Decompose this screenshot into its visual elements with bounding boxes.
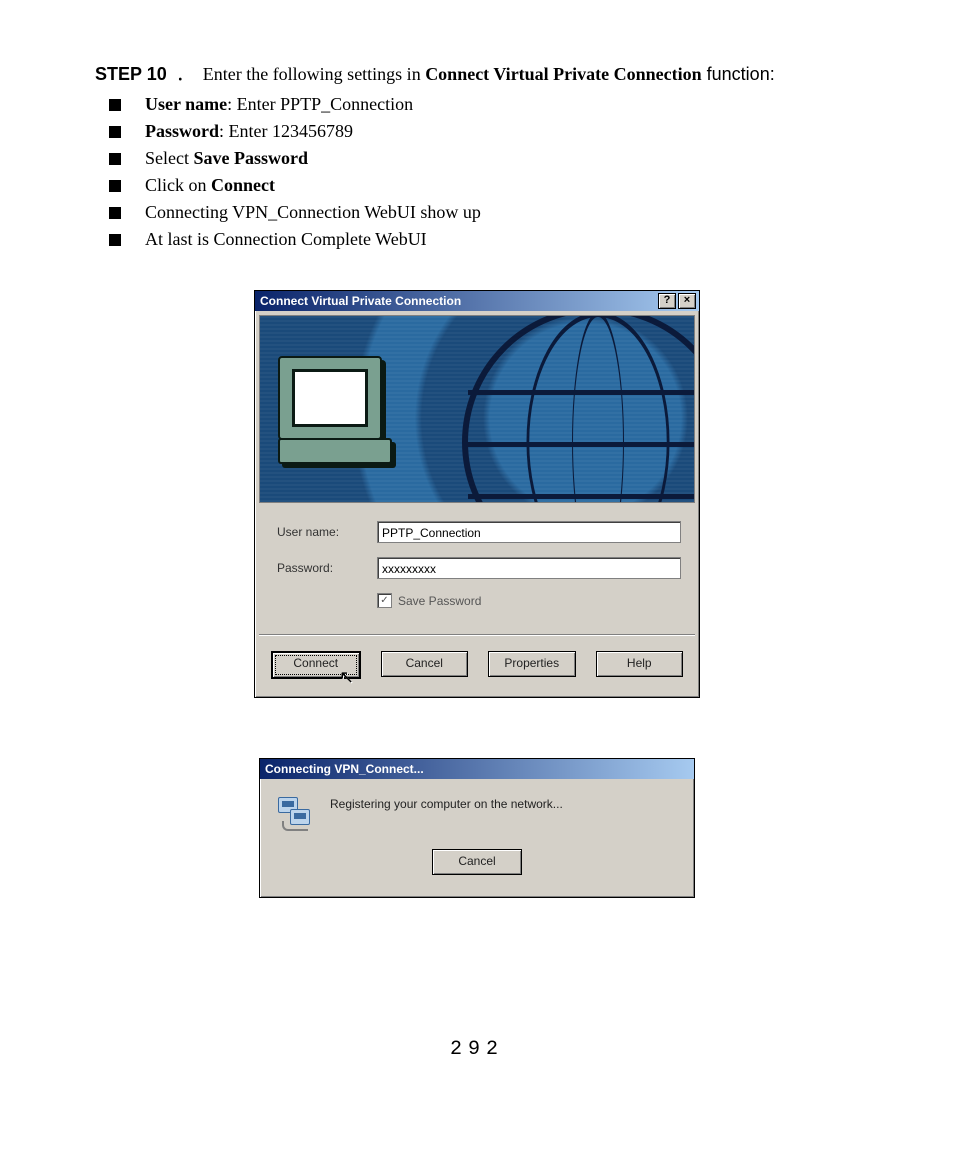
step-intro-before: Enter the following settings in: [203, 64, 425, 84]
titlebar[interactable]: Connect Virtual Private Connection ? ×: [255, 291, 699, 311]
step-dot: ﹒: [171, 64, 189, 84]
connect-vpn-dialog: Connect Virtual Private Connection ? × U…: [254, 290, 700, 698]
connecting-dialog: Connecting VPN_Connect... Registering yo…: [259, 758, 695, 898]
step-intro-bold: Connect Virtual Private Connection: [425, 64, 701, 84]
status-message: Registering your computer on the network…: [330, 795, 563, 811]
properties-button[interactable]: Properties: [488, 651, 576, 677]
list-item: At last is Connection Complete WebUI: [105, 229, 859, 250]
save-password-label: Save Password: [398, 594, 481, 608]
connect-button[interactable]: Connect ↖: [271, 651, 361, 679]
titlebar[interactable]: Connecting VPN_Connect...: [260, 759, 694, 779]
step-heading: STEP 10 ﹒ Enter the following settings i…: [95, 60, 859, 86]
cancel-button[interactable]: Cancel: [432, 849, 522, 875]
save-password-checkbox[interactable]: ✓: [377, 593, 392, 608]
dialog-title: Connect Virtual Private Connection: [260, 294, 656, 308]
password-label: Password:: [277, 561, 377, 575]
step-intro-after: function:: [702, 64, 775, 84]
list-item: Connecting VPN_Connection WebUI show up: [105, 202, 859, 223]
instruction-list: User name: Enter PPTP_Connection Passwor…: [105, 94, 859, 250]
cursor-icon: ↖: [339, 667, 354, 687]
help-button[interactable]: Help: [596, 651, 684, 677]
separator: [259, 634, 695, 635]
page-number: 292: [95, 1038, 859, 1061]
username-input[interactable]: PPTP_Connection: [377, 521, 681, 543]
monitor-icon: [278, 356, 398, 466]
dialog-banner: [259, 315, 695, 503]
close-icon[interactable]: ×: [678, 293, 696, 309]
username-label: User name:: [277, 525, 377, 539]
cancel-button[interactable]: Cancel: [381, 651, 469, 677]
list-item: Select Save Password: [105, 148, 859, 169]
network-icon: [276, 795, 312, 831]
list-item: Password: Enter 123456789: [105, 121, 859, 142]
list-item: User name: Enter PPTP_Connection: [105, 94, 859, 115]
globe-icon: [462, 315, 695, 503]
list-item: Click on Connect: [105, 175, 859, 196]
help-icon[interactable]: ?: [658, 293, 676, 309]
password-input[interactable]: xxxxxxxxx: [377, 557, 681, 579]
dialog-title: Connecting VPN_Connect...: [265, 762, 691, 776]
step-label: STEP 10: [95, 64, 167, 84]
